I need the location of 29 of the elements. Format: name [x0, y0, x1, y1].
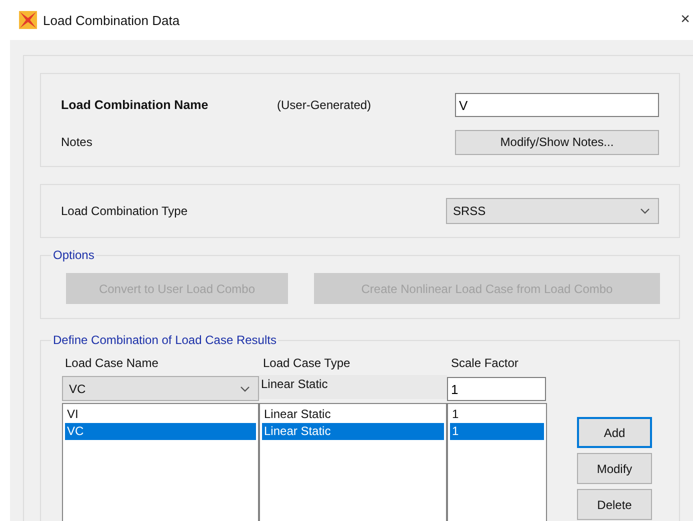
list-action-button[interactable]: Delete [577, 489, 652, 520]
list-cell[interactable]: VI [65, 406, 256, 423]
notes-label: Notes [61, 135, 94, 149]
type-dropdown[interactable]: SRSS [446, 198, 659, 224]
group-title: Options [51, 248, 96, 262]
column-header: Load Case Type [263, 356, 352, 370]
name-input-field[interactable]: V [455, 93, 659, 117]
field-note: (User-Generated) [277, 98, 372, 112]
chevron-down-icon [240, 386, 250, 392]
window-title: Load Combination Data [43, 12, 180, 28]
close-button[interactable]: × [680, 11, 690, 29]
scale-factor-input-field[interactable]: 1 [447, 377, 546, 401]
column-header: Load Case Name [64, 356, 160, 370]
case-type-field: Linear Static [259, 375, 447, 399]
list-cell[interactable]: VC [65, 423, 256, 440]
list-action-button[interactable]: Modify [577, 453, 652, 484]
list-cell[interactable]: 1 [450, 406, 544, 423]
modify-notes-button[interactable]: Modify/Show Notes... [455, 130, 659, 154]
list-cell[interactable]: Linear Static [262, 406, 444, 423]
app-logo-icon [19, 11, 37, 29]
column-header: Scale Factor [451, 356, 518, 370]
list-cell[interactable]: Linear Static [262, 423, 444, 440]
type-label: Load Combination Type [61, 204, 189, 218]
list-cell[interactable]: 1 [450, 423, 544, 440]
case-name-dropdown[interactable]: VC [62, 376, 259, 401]
group-title: Define Combination of Load Case Results [51, 333, 278, 347]
field-label: Load Combination Name [61, 98, 210, 112]
list-action-button[interactable]: Add [577, 417, 652, 448]
chevron-down-icon [640, 208, 650, 214]
